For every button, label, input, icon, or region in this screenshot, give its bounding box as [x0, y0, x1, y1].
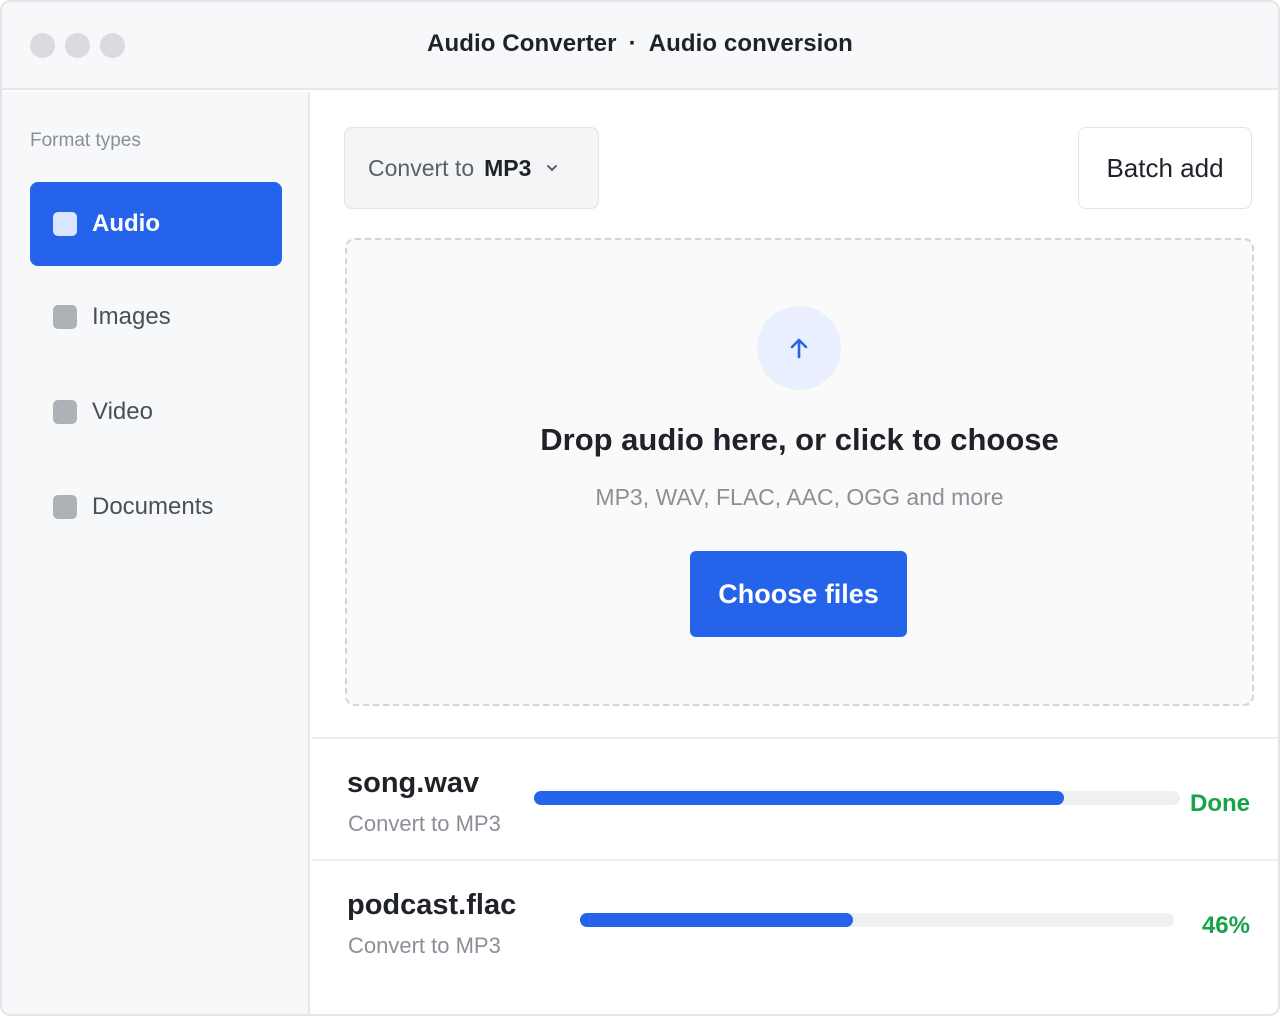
sidebar-item-label: Audio [92, 210, 160, 237]
choose-files-button[interactable]: Choose files [690, 551, 907, 637]
file-conversion-target: Convert to MP3 [348, 811, 501, 836]
audio-format-icon [53, 212, 77, 236]
images-format-icon [53, 305, 77, 329]
title-bar: Audio Converter · Audio conversion [2, 2, 1278, 90]
file-dropzone[interactable]: Drop audio here, or click to choose MP3,… [345, 238, 1254, 706]
main-panel: Convert to MP3 Batch add Drop audio here… [312, 92, 1278, 1014]
convert-format-select[interactable]: Convert to MP3 [344, 127, 599, 209]
file-conversion-target: Convert to MP3 [348, 933, 501, 958]
file-status: 46% [1201, 912, 1250, 939]
convert-format-value: MP3 [484, 154, 532, 181]
progress-track [580, 913, 1174, 927]
dropzone-subtitle: MP3, WAV, FLAC, AAC, OGG and more [595, 484, 1004, 510]
upload-icon-badge [757, 306, 841, 390]
progress-fill [534, 791, 1064, 805]
file-row: podcast.flac Convert to MP3 46% [312, 859, 1278, 981]
documents-format-icon [53, 495, 77, 519]
batch-add-button[interactable]: Batch add [1078, 127, 1252, 209]
arrow-up-icon [790, 338, 808, 359]
sidebar: Format types Audio Images Video Document… [2, 92, 310, 1014]
convert-prefix: Convert to [368, 154, 475, 181]
window-title: Audio Converter · Audio conversion [2, 30, 1278, 58]
app-name: Audio Converter [427, 30, 617, 57]
sidebar-item-documents[interactable]: Documents [30, 465, 282, 549]
title-separator: · [628, 30, 637, 57]
app-window: Audio Converter · Audio conversion Format … [0, 0, 1280, 1016]
file-name: podcast.flac [347, 889, 517, 921]
sidebar-item-images[interactable]: Images [30, 275, 282, 359]
video-format-icon [53, 400, 77, 424]
sidebar-item-audio[interactable]: Audio [30, 182, 282, 266]
chevron-down-icon [547, 165, 558, 171]
dropzone-title: Drop audio here, or click to choose [540, 422, 1059, 457]
sidebar-item-label: Documents [92, 493, 214, 520]
progress-track [534, 791, 1180, 805]
file-status: Done [1190, 790, 1250, 817]
sidebar-item-label: Images [92, 303, 171, 330]
progress-fill [580, 913, 854, 927]
sidebar-heading: Format types [30, 130, 141, 151]
file-name: song.wav [347, 767, 480, 799]
section-name: Audio conversion [648, 30, 853, 57]
sidebar-item-video[interactable]: Video [30, 370, 282, 454]
file-row: song.wav Convert to MP3 Done [312, 737, 1278, 859]
sidebar-item-label: Video [92, 398, 153, 425]
